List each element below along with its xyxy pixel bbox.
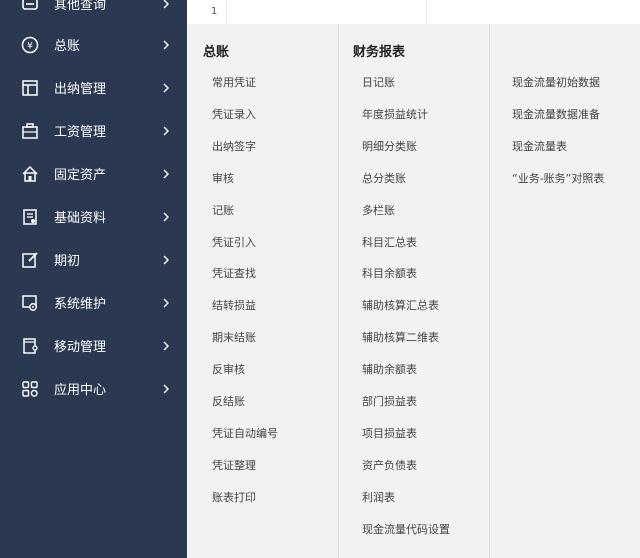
sidebar-item-label: 出纳管理 bbox=[54, 82, 107, 97]
menu-item[interactable]: 项目损益表 bbox=[362, 425, 417, 441]
menu-item[interactable]: 结转损益 bbox=[212, 297, 256, 313]
grid-header-strip: 1 bbox=[187, 0, 640, 24]
menu-item[interactable]: 科目汇总表 bbox=[362, 234, 417, 250]
column-title-general-ledger: 总账 bbox=[203, 45, 230, 60]
sidebar-item-label: 移动管理 bbox=[54, 340, 107, 355]
query-icon bbox=[20, 0, 40, 14]
menu-item[interactable]: 现金流量数据准备 bbox=[512, 106, 600, 122]
menu-item[interactable]: 审核 bbox=[212, 170, 234, 186]
chevron-right-icon bbox=[163, 126, 169, 135]
menu-item[interactable]: 辅助核算二维表 bbox=[362, 329, 439, 345]
sidebar-item-fixed-assets[interactable]: 固定资产 bbox=[0, 152, 187, 195]
menu-item[interactable]: 资产负债表 bbox=[362, 457, 417, 473]
chevron-right-icon bbox=[163, 341, 169, 350]
sidebar-item-label: 期初 bbox=[54, 254, 81, 269]
sidebar-item-label: 固定资产 bbox=[54, 168, 107, 183]
sidebar: 其他查询 ¥ 总账 出纳管理 工资管理 固定资产 基础资料 期初 系统维护 移动… bbox=[0, 0, 187, 558]
sidebar-item-label: 工资管理 bbox=[54, 125, 107, 140]
sidebar-item-label: 系统维护 bbox=[54, 297, 107, 312]
menu-item[interactable]: “业务-账务”对照表 bbox=[512, 170, 604, 186]
sidebar-item-cashier[interactable]: 出纳管理 bbox=[0, 66, 187, 109]
grid-divider bbox=[426, 0, 427, 24]
apps-icon bbox=[20, 379, 40, 399]
sidebar-item-app-center[interactable]: 应用中心 bbox=[0, 367, 187, 410]
menu-item[interactable]: 日记账 bbox=[362, 74, 395, 90]
chevron-right-icon bbox=[163, 169, 169, 178]
column-title-financial-reports: 财务报表 bbox=[353, 45, 406, 60]
menu-item[interactable]: 总分类账 bbox=[362, 170, 406, 186]
sidebar-item-system-maintenance[interactable]: 系统维护 bbox=[0, 281, 187, 324]
chevron-right-icon bbox=[163, 0, 169, 8]
menu-item[interactable]: 账表打印 bbox=[212, 489, 256, 505]
chevron-right-icon bbox=[163, 298, 169, 307]
svg-text:¥: ¥ bbox=[27, 41, 33, 51]
menu-item[interactable]: 出纳签字 bbox=[212, 138, 256, 154]
chevron-right-icon bbox=[163, 255, 169, 264]
sidebar-item-label: 基础资料 bbox=[54, 211, 107, 226]
chevron-right-icon bbox=[163, 40, 169, 49]
briefcase-icon bbox=[20, 121, 40, 141]
yen-icon: ¥ bbox=[20, 35, 40, 55]
menu-item[interactable]: 利润表 bbox=[362, 489, 395, 505]
menu-item[interactable]: 反结账 bbox=[212, 393, 245, 409]
menu-item[interactable]: 记账 bbox=[212, 202, 234, 218]
layout-icon bbox=[20, 78, 40, 98]
sidebar-item-label: 总账 bbox=[54, 39, 81, 54]
chevron-right-icon bbox=[163, 83, 169, 92]
menu-item[interactable]: 凭证整理 bbox=[212, 457, 256, 473]
mobile-icon bbox=[20, 336, 40, 356]
menu-item[interactable]: 年度损益统计 bbox=[362, 106, 428, 122]
sidebar-item-label: 应用中心 bbox=[54, 383, 107, 398]
sidebar-item-opening[interactable]: 期初 bbox=[0, 238, 187, 281]
menu-item[interactable]: 现金流量表 bbox=[512, 138, 567, 154]
submenu-panel: 总账 财务报表 常用凭证凭证录入出纳签字审核记账凭证引入凭证查找结转损益期末结账… bbox=[187, 24, 640, 558]
sidebar-item-other-query[interactable]: 其他查询 bbox=[0, 0, 187, 25]
menu-item[interactable]: 部门损益表 bbox=[362, 393, 417, 409]
menu-item[interactable]: 现金流量初始数据 bbox=[512, 74, 600, 90]
sidebar-item-general-ledger[interactable]: ¥ 总账 bbox=[0, 23, 187, 66]
edit-icon bbox=[20, 250, 40, 270]
menu-item[interactable]: 多栏账 bbox=[362, 202, 395, 218]
menu-item[interactable]: 明细分类账 bbox=[362, 138, 417, 154]
menu-item[interactable]: 反审核 bbox=[212, 361, 245, 377]
sidebar-item-label: 其他查询 bbox=[54, 0, 107, 13]
chevron-right-icon bbox=[163, 384, 169, 393]
menu-item[interactable]: 辅助核算汇总表 bbox=[362, 297, 439, 313]
menu-item[interactable]: 期末结账 bbox=[212, 329, 256, 345]
column-divider bbox=[489, 24, 490, 558]
menu-item[interactable]: 辅助余额表 bbox=[362, 361, 417, 377]
menu-item[interactable]: 常用凭证 bbox=[212, 74, 256, 90]
sidebar-item-mobile[interactable]: 移动管理 bbox=[0, 324, 187, 367]
grid-row-number: 1 bbox=[201, 0, 227, 24]
menu-item[interactable]: 凭证录入 bbox=[212, 106, 256, 122]
menu-item[interactable]: 凭证引入 bbox=[212, 234, 256, 250]
menu-item[interactable]: 凭证查找 bbox=[212, 265, 256, 281]
chevron-right-icon bbox=[163, 212, 169, 221]
settings-icon bbox=[20, 293, 40, 313]
menu-item[interactable]: 科目余额表 bbox=[362, 265, 417, 281]
document-icon bbox=[20, 207, 40, 227]
menu-item[interactable]: 凭证自动编号 bbox=[212, 425, 278, 441]
menu-item[interactable]: 现金流量代码设置 bbox=[362, 521, 450, 537]
column-divider bbox=[338, 24, 339, 558]
sidebar-item-payroll[interactable]: 工资管理 bbox=[0, 109, 187, 152]
home-icon bbox=[20, 164, 40, 184]
sidebar-item-base-data[interactable]: 基础资料 bbox=[0, 195, 187, 238]
